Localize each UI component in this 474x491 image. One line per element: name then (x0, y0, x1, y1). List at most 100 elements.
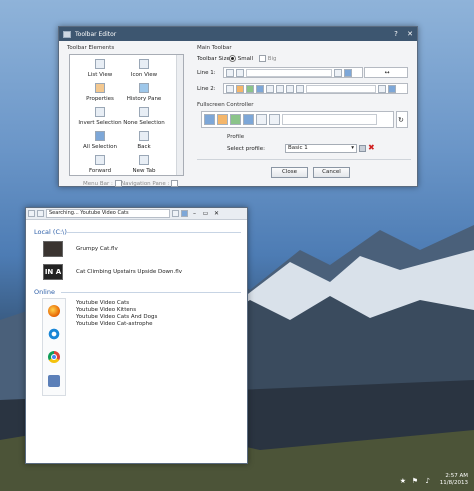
online-section-line (61, 292, 241, 293)
list-view-icon (204, 114, 215, 125)
opera-icon[interactable] (48, 375, 60, 387)
line1-toolbar[interactable] (223, 67, 363, 78)
list-scrollbar[interactable] (176, 55, 183, 175)
search-address-bar[interactable]: Searching... Youtube Video Cats (46, 209, 170, 218)
navigation-pane-option: Navigation Pane : (121, 180, 179, 187)
forward-arrow-icon (95, 155, 105, 165)
history-icon (230, 114, 241, 125)
line1-label: Line 1: (197, 70, 216, 76)
title-bar: Toolbar Editor ? ✕ (59, 27, 417, 41)
navigation-pane-checkbox[interactable] (171, 180, 179, 187)
search-toolbar: Searching... Youtube Video Cats – ▭ ✕ (26, 208, 247, 220)
forward-icon (296, 84, 304, 93)
internet-explorer-icon[interactable] (48, 328, 60, 340)
line2-toolbar[interactable] (223, 83, 408, 94)
fullscreen-refresh-slot[interactable]: ↻ (396, 111, 408, 128)
help-button[interactable]: ? (389, 27, 403, 41)
flag-icon[interactable]: ⚑ (412, 478, 418, 485)
properties-icon (217, 114, 228, 125)
window-title: Toolbar Editor (75, 30, 117, 38)
online-result[interactable]: Youtube Video Cats And Dogs (76, 314, 157, 320)
system-tray: ★ ⚑ ♪ 2:57 AM 11/8/2013 (400, 473, 468, 487)
local-result[interactable]: Grumpy Cat.flv (76, 246, 118, 252)
back-arrow-icon (139, 131, 149, 141)
tile-icon-view[interactable]: Icon View (116, 59, 172, 78)
close-window-button[interactable]: ✕ (403, 27, 417, 41)
grid-icon (266, 84, 274, 93)
fullscreen-field-preview (282, 114, 377, 125)
forward-icon[interactable] (37, 210, 44, 217)
small-radio[interactable] (229, 55, 236, 62)
refresh-icon[interactable] (172, 210, 179, 217)
back-icon (256, 114, 267, 125)
tile-new-tab[interactable]: New Tab (116, 155, 172, 174)
clock-time[interactable]: 2:57 AM (440, 473, 468, 480)
result-thumbnail[interactable]: IN A (43, 264, 63, 280)
list-view-icon (95, 59, 105, 69)
chrome-icon[interactable] (48, 351, 60, 363)
chevron-down-icon: ▾ (351, 145, 354, 151)
firefox-icon[interactable] (48, 305, 60, 317)
search-window: Searching... Youtube Video Cats – ▭ ✕ Lo… (25, 207, 248, 464)
select-icon (256, 84, 264, 93)
properties-icon (236, 84, 244, 93)
local-section-line (66, 232, 241, 233)
app-icon (63, 30, 71, 38)
list-view-icon (226, 84, 234, 93)
new-tab-icon (139, 155, 149, 165)
line1-extra-slot[interactable]: ↔ (364, 67, 408, 78)
history-pane-icon (139, 83, 149, 93)
close-button[interactable]: ✕ (212, 210, 221, 217)
favorites-icon[interactable] (181, 210, 188, 217)
back-icon[interactable] (28, 210, 35, 217)
big-checkbox[interactable] (259, 55, 266, 62)
cancel-button[interactable]: Cancel (313, 167, 350, 178)
save-profile-icon[interactable] (359, 145, 366, 152)
profile-select[interactable]: Basic 1 ▾ (285, 144, 357, 153)
size-big-option[interactable]: Big (259, 55, 277, 62)
main-toolbar-label: Main Toolbar (197, 45, 232, 51)
refresh-icon (334, 68, 342, 77)
minimize-button[interactable]: – (190, 210, 199, 217)
options-icon (388, 84, 396, 93)
local-section-header: Local (C:\) (34, 228, 67, 236)
volume-icon[interactable]: ♪ (426, 478, 430, 485)
properties-icon (95, 83, 105, 93)
menu-bar-option: Menu Bar : (83, 180, 122, 187)
tile-none-selection[interactable]: None Selection (116, 107, 172, 126)
close-button[interactable]: Close (271, 167, 308, 178)
favorites-icon (344, 68, 352, 77)
delete-profile-icon[interactable]: ✖ (368, 143, 375, 152)
size-small-option[interactable]: Small (229, 55, 253, 62)
divider (197, 159, 411, 160)
history-icon (246, 84, 254, 93)
online-result[interactable]: Youtube Video Cats (76, 300, 129, 306)
resize-arrows-icon: ↔ (384, 69, 390, 76)
maximize-button[interactable]: ▭ (201, 210, 210, 217)
invert-selection-icon (95, 107, 105, 117)
tile-back[interactable]: Back (116, 131, 172, 150)
online-result[interactable]: Youtube Video Cat-astrophe (76, 321, 153, 327)
toolbar-elements-label: Toolbar Elements (67, 45, 115, 51)
back-icon (286, 84, 294, 93)
forward-icon (269, 114, 280, 125)
result-thumbnail[interactable] (43, 241, 63, 257)
line2-label: Line 2: (197, 86, 216, 92)
back-icon (226, 68, 234, 77)
tile-history-pane[interactable]: History Pane (116, 83, 172, 102)
toolbar-size-label: Toolbar Size : (197, 56, 234, 62)
refresh-icon: ↻ (398, 115, 404, 124)
icon-view-icon (139, 59, 149, 69)
local-result[interactable]: Cat Climbing Upstairs Upside Down.flv (76, 269, 182, 275)
fullscreen-toolbar[interactable] (201, 111, 394, 128)
taskbar: ★ ⚑ ♪ 2:57 AM 11/8/2013 (0, 461, 474, 491)
refresh-icon (378, 84, 386, 93)
online-result[interactable]: Youtube Video Kittens (76, 307, 136, 313)
star-icon[interactable]: ★ (400, 478, 406, 485)
select-profile-label: Select profile: (227, 146, 265, 152)
toolbar-elements-list[interactable]: List View Icon View Properties History P… (69, 54, 184, 176)
address-field-preview (246, 68, 332, 77)
clock-date[interactable]: 11/8/2013 (440, 480, 468, 487)
all-selection-icon (95, 131, 105, 141)
none-selection-icon (139, 107, 149, 117)
